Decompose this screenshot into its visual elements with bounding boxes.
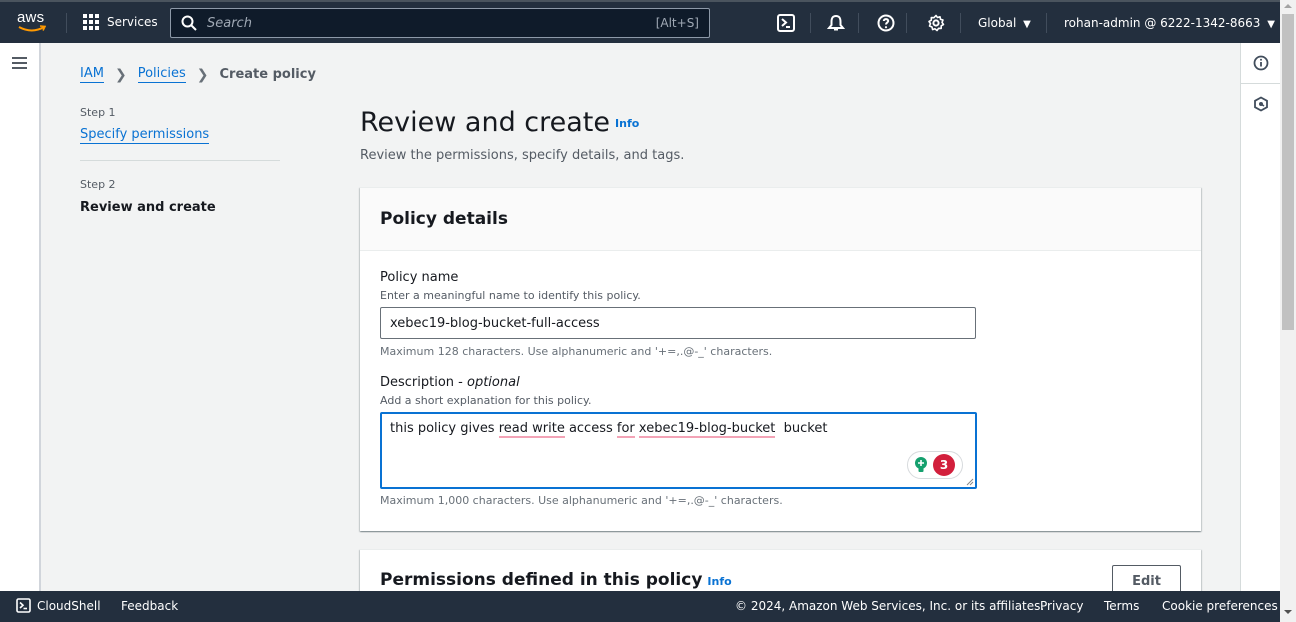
policy-name-label: Policy name bbox=[380, 270, 459, 285]
breadcrumb: IAM ❯ Policies ❯ Create policy bbox=[80, 66, 316, 83]
scroll-up-arrow-icon[interactable] bbox=[1284, 4, 1292, 8]
policy-name-constraint: Maximum 128 characters. Use alphanumeric… bbox=[380, 345, 773, 358]
text-segment: bucket bbox=[775, 421, 828, 436]
region-label: Global bbox=[978, 16, 1017, 30]
page-scrollbar[interactable] bbox=[1280, 0, 1296, 622]
nav-divider bbox=[858, 13, 859, 33]
account-label: rohan-admin @ 6222-1342-8663 bbox=[1064, 16, 1261, 30]
scrollbar-thumb[interactable] bbox=[1282, 14, 1294, 330]
copyright-text: © 2024, Amazon Web Services, Inc. or its… bbox=[735, 599, 1045, 613]
services-label: Services bbox=[107, 15, 158, 29]
settings-button[interactable] bbox=[926, 13, 946, 33]
account-menu[interactable]: rohan-admin @ 6222-1342-8663 ▼ bbox=[1064, 16, 1275, 30]
cloudshell-footer-button[interactable]: CloudShell bbox=[16, 598, 101, 613]
page-title: Review and create Info bbox=[360, 106, 639, 141]
grid-icon bbox=[83, 14, 99, 30]
card-header: Policy details bbox=[360, 188, 1201, 251]
step-1-link[interactable]: Specify permissions bbox=[80, 127, 210, 144]
search-icon bbox=[181, 15, 197, 31]
description-help: Add a short explanation for this policy. bbox=[380, 394, 592, 407]
aws-logo-text: aws bbox=[17, 9, 45, 26]
policy-details-card: Policy details Policy name Enter a meani… bbox=[360, 187, 1201, 531]
step-1-label: Step 1 bbox=[80, 106, 116, 119]
breadcrumb-current: Create policy bbox=[219, 67, 316, 82]
info-panel-button[interactable] bbox=[1241, 43, 1280, 84]
search-shortcut: [Alt+S] bbox=[655, 16, 699, 30]
chevron-right-icon: ❯ bbox=[196, 66, 209, 83]
top-navigation: aws Services [Alt+S] Global ▼ rohan-admi… bbox=[0, 0, 1280, 43]
lightbulb-icon bbox=[915, 457, 927, 472]
text-segment: this policy gives bbox=[390, 421, 499, 436]
step-2-current: Review and create bbox=[80, 200, 216, 215]
feedback-link[interactable]: Feedback bbox=[121, 599, 178, 613]
search-bar[interactable]: [Alt+S] bbox=[170, 8, 710, 38]
grammar-issue-count: 3 bbox=[933, 454, 955, 476]
help-icon bbox=[877, 14, 895, 32]
region-selector[interactable]: Global ▼ bbox=[978, 16, 1031, 30]
description-label: Description - optional bbox=[380, 375, 1181, 390]
grammar-checker-badge[interactable]: 3 bbox=[907, 451, 963, 479]
spellcheck-flagged-text[interactable]: xebec19-blog-bucket bbox=[638, 421, 776, 438]
info-link[interactable]: Info bbox=[707, 575, 731, 588]
nav-divider bbox=[1046, 13, 1047, 33]
scroll-down-arrow-icon[interactable] bbox=[1284, 610, 1292, 614]
hexagon-icon bbox=[1253, 96, 1268, 112]
optional-label: optional bbox=[467, 375, 520, 390]
step-divider bbox=[80, 160, 280, 161]
policy-name-input[interactable] bbox=[380, 307, 976, 339]
notifications-button[interactable] bbox=[826, 13, 846, 33]
resize-handle-icon[interactable] bbox=[966, 478, 974, 486]
card-body: Policy name Enter a meaningful name to i… bbox=[360, 251, 1201, 527]
cookie-preferences-link[interactable]: Cookie preferences bbox=[1162, 599, 1278, 613]
privacy-link[interactable]: Privacy bbox=[1040, 599, 1083, 613]
bell-icon bbox=[827, 14, 845, 31]
nav-divider bbox=[810, 13, 811, 33]
description-label-text: Description - bbox=[380, 375, 467, 390]
step-2-label: Step 2 bbox=[80, 178, 116, 191]
chevron-right-icon: ❯ bbox=[114, 66, 127, 83]
aws-logo[interactable]: aws bbox=[16, 10, 48, 36]
page-title-text: Review and create bbox=[360, 107, 611, 138]
breadcrumb-policies[interactable]: Policies bbox=[137, 66, 186, 83]
cloudshell-label: CloudShell bbox=[37, 598, 101, 613]
cloudshell-icon bbox=[16, 598, 31, 613]
text-segment: access bbox=[564, 421, 617, 436]
cloudshell-button[interactable] bbox=[776, 13, 796, 33]
info-circle-icon bbox=[1253, 55, 1268, 71]
nav-divider bbox=[960, 13, 961, 33]
help-button[interactable] bbox=[876, 13, 896, 33]
info-link[interactable]: Info bbox=[615, 117, 639, 130]
terms-link[interactable]: Terms bbox=[1104, 599, 1139, 613]
spellcheck-flagged-text[interactable]: for bbox=[616, 421, 635, 438]
gear-icon bbox=[928, 14, 945, 32]
policy-name-description: Enter a meaningful name to identify this… bbox=[380, 289, 641, 302]
description-textarea[interactable]: this policy gives read write access for … bbox=[380, 412, 977, 489]
wizard-steps: Step 1 Specify permissions Step 2 Review… bbox=[80, 106, 280, 215]
search-input[interactable] bbox=[207, 15, 627, 31]
feedback-panel-button[interactable] bbox=[1241, 84, 1280, 124]
cloudshell-icon bbox=[777, 14, 795, 32]
footer: CloudShell Feedback © 2024, Amazon Web S… bbox=[0, 591, 1280, 622]
caret-down-icon: ▼ bbox=[1023, 19, 1031, 30]
nav-divider bbox=[66, 13, 67, 33]
permissions-title-text: Permissions defined in this policy bbox=[380, 570, 703, 590]
caret-down-icon: ▼ bbox=[1267, 19, 1275, 30]
side-navigation-toggle-panel bbox=[0, 43, 41, 591]
nav-divider bbox=[906, 13, 907, 33]
description-field[interactable]: this policy gives read write access for … bbox=[380, 412, 977, 489]
menu-icon[interactable] bbox=[12, 57, 27, 69]
page-description: Review the permissions, specify details,… bbox=[360, 148, 685, 163]
breadcrumb-iam[interactable]: IAM bbox=[80, 66, 104, 83]
description-constraint: Maximum 1,000 characters. Use alphanumer… bbox=[380, 494, 783, 507]
tools-panel bbox=[1240, 43, 1280, 591]
policy-details-title: Policy details bbox=[380, 209, 508, 229]
permissions-title: Permissions defined in this policy Info bbox=[380, 570, 732, 590]
services-menu-button[interactable]: Services bbox=[83, 14, 158, 30]
spellcheck-flagged-text[interactable]: read write bbox=[498, 421, 565, 438]
aws-smile-icon bbox=[18, 25, 46, 32]
